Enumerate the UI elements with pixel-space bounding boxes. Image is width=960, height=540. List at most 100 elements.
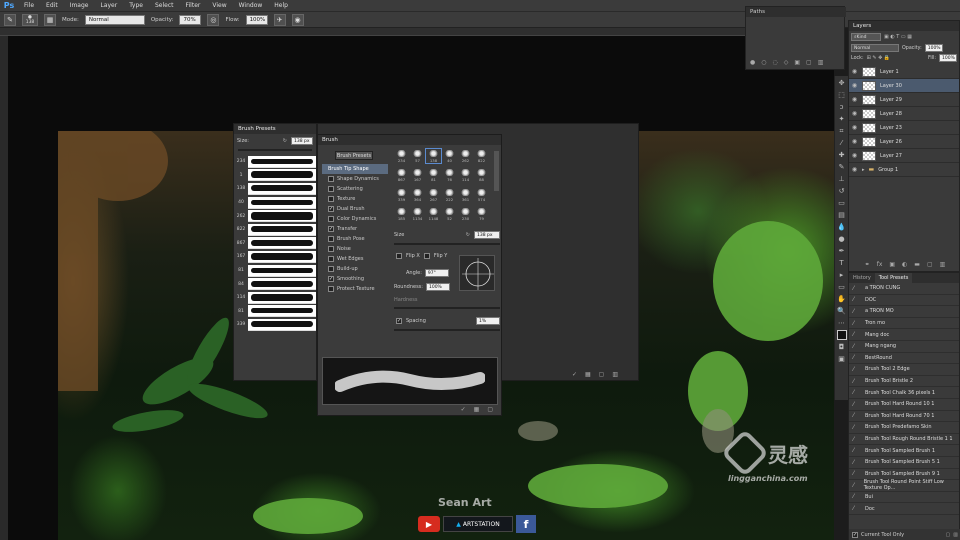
filter-icons[interactable]: ▣ ◐ T ▭ ▦ xyxy=(884,34,912,40)
new-path-icon[interactable]: ▢ xyxy=(806,59,812,67)
preset-item[interactable]: ⁄ DOC xyxy=(849,295,959,307)
brush-tip-cell[interactable]: 79 xyxy=(474,207,489,221)
gradient-icon[interactable]: ▤ xyxy=(837,210,847,220)
reset-icon[interactable]: ↻ xyxy=(283,138,287,144)
tab-tool-presets[interactable]: Tool Presets xyxy=(874,273,913,283)
brush-preset-row[interactable]: 81 xyxy=(234,264,316,278)
flip-x-checkbox[interactable] xyxy=(396,253,402,259)
preset-item[interactable]: ⁄ a TRON CUNG xyxy=(849,283,959,295)
current-tool-only-checkbox[interactable]: ✓ xyxy=(852,531,858,538)
reset-size-icon[interactable]: ↻ xyxy=(466,232,470,238)
airbrush-icon[interactable]: ✈ xyxy=(273,13,286,26)
spacing-slider[interactable] xyxy=(394,329,500,331)
menu-image[interactable]: Image xyxy=(64,2,95,9)
menu-file[interactable]: File xyxy=(18,2,40,9)
option-checkbox[interactable] xyxy=(328,176,334,182)
visibility-icon[interactable]: ◉ xyxy=(851,166,858,173)
flip-y-checkbox[interactable] xyxy=(423,253,430,259)
brush-preset-row[interactable]: 867 xyxy=(234,237,316,251)
brush-option[interactable]: ✓ Dual Brush xyxy=(322,204,388,214)
visibility-icon[interactable]: ◉ xyxy=(851,110,858,117)
new-preset-icon[interactable]: ▢ xyxy=(946,532,951,538)
make-path-icon[interactable]: ◇ xyxy=(784,59,789,67)
preset-item[interactable]: ⁄ Brush Tool Bristle 2 xyxy=(849,376,959,388)
brush-option[interactable]: Scattering xyxy=(322,184,388,194)
brush-tip-cell[interactable]: 574 xyxy=(474,188,489,202)
more-tools-icon[interactable]: ⋯ xyxy=(837,318,847,328)
option-checkbox[interactable]: ✓ xyxy=(328,226,334,232)
brush-option[interactable]: Noise xyxy=(322,244,388,254)
brush-preset-row[interactable]: 81 xyxy=(234,305,316,319)
brush-tip-cell[interactable]: 138 xyxy=(425,148,442,164)
bp-size-field[interactable]: 138 px xyxy=(291,137,313,145)
angle-roundness-widget[interactable] xyxy=(459,255,495,291)
layer-row[interactable]: ◉ Layer 26 xyxy=(849,135,959,149)
eyedropper-icon[interactable]: ⁄ xyxy=(837,138,847,148)
brush-preset-row[interactable]: 167 xyxy=(234,250,316,264)
mode-select[interactable]: Normal xyxy=(84,14,145,25)
brush-size-picker[interactable]: ● 138 xyxy=(22,13,38,26)
brush-option[interactable]: Color Dynamics xyxy=(322,214,388,224)
brush-option[interactable]: Texture xyxy=(322,194,388,204)
option-checkbox[interactable] xyxy=(328,246,334,252)
new-icon[interactable]: ▢ xyxy=(599,371,605,378)
menu-edit[interactable]: Edit xyxy=(40,2,64,9)
brush-tip-cell[interactable]: 822 xyxy=(474,149,489,163)
menu-type[interactable]: Type xyxy=(123,2,149,9)
angle-field[interactable]: 97° xyxy=(424,269,449,277)
brush-preset-row[interactable]: 262 xyxy=(234,209,316,223)
menu-layer[interactable]: Layer xyxy=(94,2,123,9)
pressure-size-icon[interactable]: ◉ xyxy=(291,13,304,26)
zoom-icon[interactable]: 🔍 xyxy=(837,306,847,316)
layer-row[interactable]: ◉ Layer 27 xyxy=(849,149,959,163)
brush-option[interactable]: Brush Tip Shape xyxy=(322,164,388,174)
visibility-icon[interactable]: ◉ xyxy=(851,82,858,89)
layer-row[interactable]: ◉ Layer 29 xyxy=(849,93,959,107)
preset-item[interactable]: ⁄ Brush Tool Sampled Brush 5 1 xyxy=(849,457,959,469)
kind-filter-select[interactable]: ⌕ Kind xyxy=(851,33,881,41)
option-checkbox[interactable]: ✓ xyxy=(328,206,334,212)
tip-size-slider[interactable] xyxy=(394,243,500,245)
new-group-icon[interactable]: ▬ xyxy=(914,261,920,269)
option-checkbox[interactable] xyxy=(328,216,334,222)
layer-row[interactable]: ◉ Layer 1 xyxy=(849,65,959,79)
layer-row-active[interactable]: ◉ Layer 30 xyxy=(849,79,959,93)
facebook-icon[interactable]: f xyxy=(516,515,536,533)
visibility-icon[interactable]: ◉ xyxy=(851,138,858,145)
screen-mode-icon[interactable]: ▣ xyxy=(837,354,847,364)
new-layer-icon[interactable]: ▢ xyxy=(927,261,933,269)
brush-presets-button[interactable]: Brush Presets xyxy=(335,151,373,160)
preset-item[interactable]: ⁄ Brush Tool Round Point Stiff Low Textur… xyxy=(849,479,959,492)
layer-row[interactable]: ◉ Layer 28 xyxy=(849,107,959,121)
brush-tip-cell[interactable]: 867 xyxy=(394,168,409,182)
brush-icon[interactable]: ✎ xyxy=(837,162,847,172)
dodge-icon[interactable]: ● xyxy=(837,234,847,244)
blur-icon[interactable]: 💧 xyxy=(837,222,847,232)
brush-tip-cell[interactable]: 167 xyxy=(410,168,425,182)
preset-item[interactable]: ⁄ Brush Tool Chalk 36 pixels 1 xyxy=(849,387,959,399)
bp-size-slider[interactable] xyxy=(238,149,312,151)
tip-size-field[interactable]: 138 px xyxy=(474,231,500,239)
preset-item[interactable]: ⁄ Tron mo xyxy=(849,318,959,330)
chevron-right-icon[interactable]: ▸ xyxy=(862,167,865,173)
brush-tip-cell[interactable]: 364 xyxy=(410,188,425,202)
add-mask-icon[interactable]: ▣ xyxy=(889,261,895,269)
brush-preset-row[interactable]: 339 xyxy=(234,318,316,332)
layers-opacity-field[interactable]: 100% xyxy=(924,44,943,52)
menu-select[interactable]: Select xyxy=(149,2,180,9)
delete-layer-icon[interactable]: ▥ xyxy=(940,261,946,269)
preset-item[interactable]: ⁄ Brush Tool Rough Round Bristle 1 1 xyxy=(849,434,959,446)
brush-tip-cell[interactable]: 52 xyxy=(442,207,457,221)
brush-tip-cell[interactable]: 1148 xyxy=(426,207,441,221)
brush-tip-cell[interactable]: 222 xyxy=(442,188,457,202)
brush-preset-row[interactable]: 84 xyxy=(234,277,316,291)
trash-icon[interactable]: ▥ xyxy=(612,371,618,378)
stamp-icon[interactable]: ⊥ xyxy=(837,174,847,184)
toggle-hard-bristle-icon[interactable]: ✓ xyxy=(461,406,466,413)
hand-icon[interactable]: ✋ xyxy=(837,294,847,304)
layers-tab[interactable]: Layers xyxy=(849,21,959,31)
brush-tip-cell[interactable]: 57 xyxy=(410,149,425,163)
check-icon[interactable]: ✓ xyxy=(572,371,577,378)
brush-option[interactable]: Wet Edges xyxy=(322,254,388,264)
brush-tip-cell[interactable]: 40 xyxy=(442,149,457,163)
